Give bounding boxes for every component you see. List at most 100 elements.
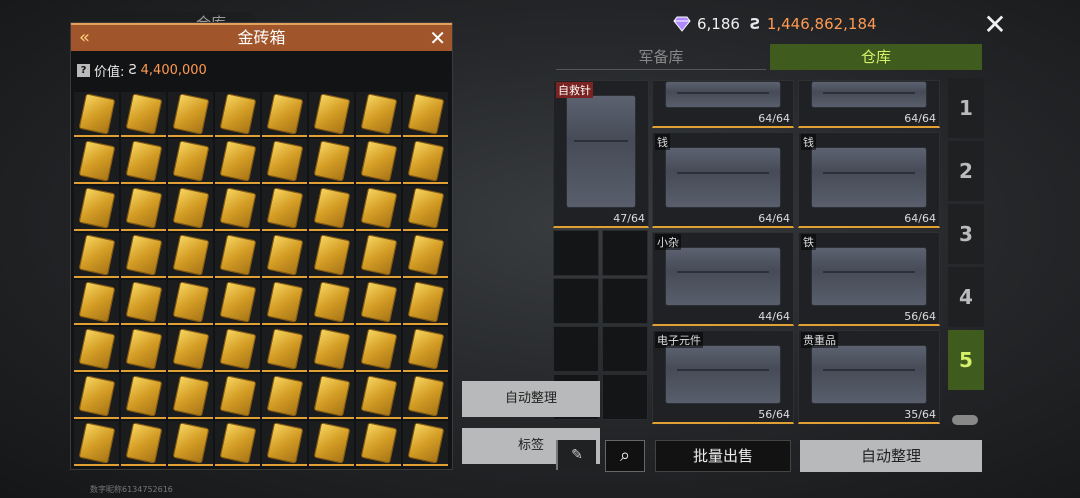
- gold-bar-slot[interactable]: [74, 233, 119, 278]
- gold-bar-slot[interactable]: [309, 139, 354, 184]
- gold-bar-slot[interactable]: [262, 374, 307, 419]
- gold-bar-slot[interactable]: [309, 280, 354, 325]
- page-button[interactable]: 1: [948, 78, 984, 138]
- gold-bar-slot[interactable]: [309, 327, 354, 372]
- page-button[interactable]: 3: [948, 204, 984, 264]
- storage-slot[interactable]: 自救针 47/64: [553, 80, 649, 228]
- gold-bar-slot[interactable]: [262, 139, 307, 184]
- gold-bar-slot[interactable]: [403, 233, 448, 278]
- gold-bar-slot[interactable]: [403, 374, 448, 419]
- gold-bar-slot[interactable]: [356, 139, 401, 184]
- gold-bar-slot[interactable]: [168, 421, 213, 466]
- gold-bar-slot[interactable]: [168, 139, 213, 184]
- gold-bar-slot[interactable]: [74, 327, 119, 372]
- empty-slot[interactable]: [602, 278, 648, 324]
- gold-bar-slot[interactable]: [356, 280, 401, 325]
- gold-bar-slot[interactable]: [215, 327, 260, 372]
- gold-bar-slot[interactable]: [215, 92, 260, 137]
- empty-slot[interactable]: [602, 374, 648, 420]
- toggle-switch[interactable]: [952, 415, 978, 425]
- gold-bar-slot[interactable]: [168, 280, 213, 325]
- storage-slot[interactable]: 电子元件 56/64: [652, 330, 794, 424]
- gold-bar-slot[interactable]: [403, 280, 448, 325]
- auto-sort-button[interactable]: 自动整理: [462, 381, 600, 417]
- collapse-icon[interactable]: «: [79, 25, 90, 51]
- tab-warehouse[interactable]: 仓库: [770, 44, 982, 70]
- storage-slot[interactable]: 铁 56/64: [798, 232, 940, 326]
- empty-slot[interactable]: [553, 278, 599, 324]
- gold-bar-slot[interactable]: [262, 421, 307, 466]
- empty-slot[interactable]: [602, 326, 648, 372]
- gold-bar-slot[interactable]: [356, 92, 401, 137]
- gold-bar-slot[interactable]: [121, 92, 166, 137]
- edit-icon[interactable]: ✎: [556, 440, 596, 470]
- gold-bar-slot[interactable]: [403, 139, 448, 184]
- gold-bar-slot[interactable]: [262, 186, 307, 231]
- gold-bar-slot[interactable]: [74, 421, 119, 466]
- gold-bar-slot[interactable]: [309, 421, 354, 466]
- gold-bar-slot[interactable]: [309, 92, 354, 137]
- gold-bar-slot[interactable]: [262, 327, 307, 372]
- storage-slot[interactable]: 贵重品 35/64: [798, 330, 940, 424]
- auto-sort-storage-button[interactable]: 自动整理: [800, 440, 982, 472]
- gold-bar-slot[interactable]: [215, 280, 260, 325]
- gold-bar-icon: [219, 280, 256, 323]
- page-button[interactable]: 4: [948, 267, 984, 327]
- gold-bar-icon: [78, 327, 115, 370]
- gold-bar-slot[interactable]: [121, 233, 166, 278]
- gold-bar-slot[interactable]: [215, 374, 260, 419]
- gold-bar-slot[interactable]: [121, 421, 166, 466]
- gold-bar-slot[interactable]: [168, 374, 213, 419]
- gold-bar-slot[interactable]: [168, 233, 213, 278]
- gold-bar-slot[interactable]: [262, 233, 307, 278]
- gold-bar-slot[interactable]: [262, 92, 307, 137]
- gold-bar-slot[interactable]: [168, 92, 213, 137]
- gold-bar-slot[interactable]: [215, 421, 260, 466]
- gold-bar-slot[interactable]: [121, 139, 166, 184]
- empty-slot[interactable]: [553, 326, 599, 372]
- gold-bar-slot[interactable]: [403, 92, 448, 137]
- gold-bar-slot[interactable]: [215, 233, 260, 278]
- gold-bar-slot[interactable]: [121, 186, 166, 231]
- gold-bar-slot[interactable]: [121, 327, 166, 372]
- gold-bar-slot[interactable]: [309, 233, 354, 278]
- gold-bar-slot[interactable]: [74, 374, 119, 419]
- storage-slot[interactable]: 64/64: [652, 80, 794, 128]
- gold-bar-slot[interactable]: [403, 186, 448, 231]
- gold-bar-grid: [73, 91, 449, 467]
- gold-bar-slot[interactable]: [215, 186, 260, 231]
- storage-slot[interactable]: 钱 64/64: [798, 132, 940, 228]
- storage-slot[interactable]: 小杂 44/64: [652, 232, 794, 326]
- gold-bar-slot[interactable]: [168, 327, 213, 372]
- gold-bar-slot[interactable]: [356, 186, 401, 231]
- gold-bar-slot[interactable]: [168, 186, 213, 231]
- page-button[interactable]: 2: [948, 141, 984, 201]
- gold-bar-slot[interactable]: [74, 186, 119, 231]
- gold-bar-slot[interactable]: [403, 327, 448, 372]
- page-button-active[interactable]: 5: [948, 330, 984, 390]
- gold-bar-slot[interactable]: [74, 92, 119, 137]
- gold-bar-slot[interactable]: [309, 186, 354, 231]
- bulk-sell-button[interactable]: 批量出售: [655, 440, 791, 472]
- empty-slot[interactable]: [553, 230, 599, 276]
- search-icon[interactable]: ⌕: [605, 440, 645, 472]
- empty-slot[interactable]: [602, 230, 648, 276]
- tab-armory[interactable]: 军备库: [556, 44, 766, 70]
- gold-bar-slot[interactable]: [262, 280, 307, 325]
- gold-bar-slot[interactable]: [309, 374, 354, 419]
- storage-slot[interactable]: 64/64: [798, 80, 940, 128]
- gold-bar-slot[interactable]: [356, 374, 401, 419]
- storage-slot[interactable]: 钱 64/64: [652, 132, 794, 228]
- help-icon[interactable]: ?: [77, 63, 90, 77]
- gold-bar-slot[interactable]: [74, 139, 119, 184]
- gold-bar-slot[interactable]: [74, 280, 119, 325]
- close-panel-icon[interactable]: ✕: [429, 25, 446, 51]
- gold-bar-slot[interactable]: [356, 233, 401, 278]
- gold-bar-slot[interactable]: [121, 374, 166, 419]
- gold-bar-slot[interactable]: [121, 280, 166, 325]
- gold-bar-slot[interactable]: [356, 421, 401, 466]
- gold-bar-slot[interactable]: [403, 421, 448, 466]
- gold-bar-slot[interactable]: [356, 327, 401, 372]
- close-icon[interactable]: ✕: [980, 10, 1010, 40]
- gold-bar-slot[interactable]: [215, 139, 260, 184]
